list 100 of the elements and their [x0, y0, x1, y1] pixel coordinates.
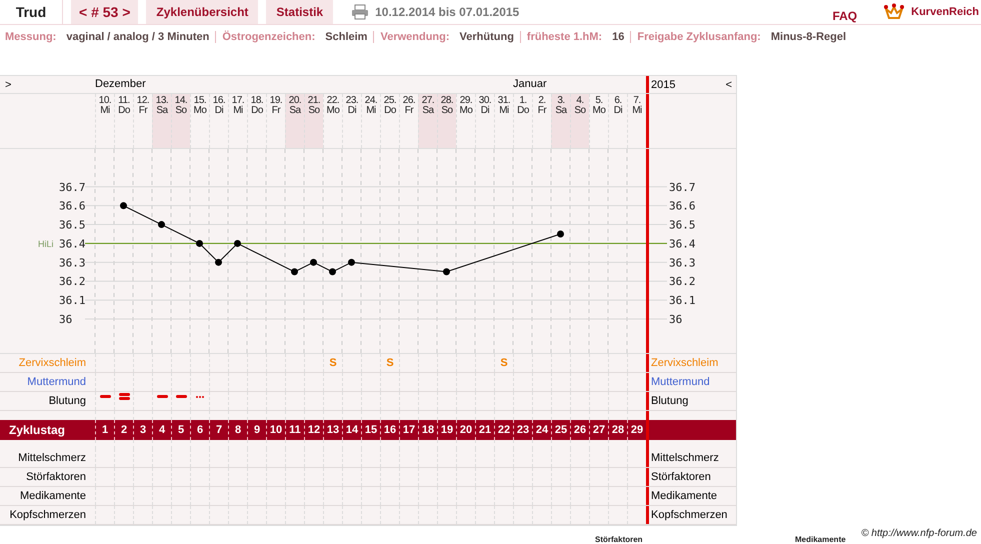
weekday-label: So	[441, 106, 453, 116]
weekday-label: Mo	[592, 106, 606, 116]
setting-label: Verwendung:	[380, 31, 450, 43]
cycle-day-number: 23	[516, 424, 530, 436]
weekday-label: So	[574, 106, 586, 116]
threshold-label: HiLi	[38, 238, 54, 249]
date-label: 12.	[136, 96, 150, 106]
weekday-label: Fr	[404, 106, 414, 116]
row-label: Störfaktoren	[26, 471, 86, 483]
cycle-day-number: 9	[254, 424, 260, 436]
cycle-day-number: 10	[270, 424, 282, 436]
weekday-label: Do	[118, 106, 130, 116]
row-label: Mittelschmerz	[651, 452, 719, 464]
section-label: Störfaktoren	[595, 535, 643, 544]
y-tick-label: 36.6	[669, 200, 696, 213]
y-tick-label: 36.1	[669, 294, 696, 308]
date-label: 16.	[212, 96, 226, 106]
setting-value: Minus-8-Regel	[770, 31, 846, 43]
date-label: 3.	[557, 96, 565, 106]
row-label: Muttermund	[27, 376, 86, 388]
weekday-label: Mo	[460, 106, 472, 116]
weekday-label: Fr	[138, 106, 148, 116]
month-label: Dezember	[95, 78, 146, 90]
weekday-label: Sa	[289, 106, 301, 116]
cycle-day-number: 29	[630, 424, 644, 436]
date-label: 2.	[538, 96, 546, 106]
cycle-day-number: 2	[120, 424, 128, 436]
y-tick-label: 36	[669, 313, 682, 326]
cycle-day-number: 4	[158, 424, 166, 436]
date-label: 13.	[156, 96, 168, 106]
date-label: 22.	[326, 96, 340, 106]
cycle-day-number: 19	[440, 424, 454, 436]
cycle-day-number: 18	[422, 424, 434, 436]
cycle-day-number: 21	[478, 424, 492, 436]
weekday-label: Di	[614, 106, 622, 116]
weekday-label: Mi	[100, 106, 110, 116]
y-tick-label: 36.7	[59, 180, 86, 194]
cycle-day-number: 24	[536, 424, 548, 436]
cycle-day-number: 6	[196, 424, 204, 436]
date-label: 26.	[402, 96, 416, 106]
date-label: 31.	[498, 96, 510, 106]
weekday-label: Di	[480, 106, 490, 116]
cycle-day-number: 1	[102, 424, 108, 436]
setting-label: Messung:	[5, 31, 56, 43]
y-tick-label: 36	[59, 313, 72, 326]
setting-label: Freigabe Zyklusanfang:	[637, 31, 761, 43]
weekday-label: So	[175, 106, 187, 116]
cycle-day-number: 22	[498, 424, 510, 436]
date-label: 19.	[270, 96, 282, 106]
row-label: Muttermund	[651, 376, 710, 388]
y-tick-label: 36.7	[669, 180, 696, 194]
y-tick-label: 36.5	[669, 218, 696, 232]
cycle-day-number: 14	[346, 424, 358, 436]
date-label: 10.	[98, 96, 112, 106]
date-label: 27.	[422, 96, 434, 106]
date-label: 24.	[364, 96, 378, 106]
date-label: 28.	[440, 96, 454, 106]
weekday-label: Mi	[233, 106, 243, 116]
weekday-label: Do	[517, 106, 529, 116]
setting-value: Schleim	[325, 31, 368, 43]
y-tick-label: 36.2	[59, 275, 86, 288]
date-label: 1.	[519, 96, 527, 106]
cycle-day-number: 15	[364, 424, 378, 436]
weekday-label: Fr	[538, 106, 546, 116]
weekday-label: Mi	[366, 106, 376, 116]
weekday-label: Di	[214, 106, 224, 116]
date-label: 11.	[118, 96, 130, 106]
y-tick-label: 36.4	[59, 237, 86, 250]
row-label: Zervixschleim	[651, 357, 718, 369]
cycle-day-number: 8	[234, 424, 242, 436]
cycle-day-number: 16	[384, 424, 396, 436]
weekday-label: Fr	[272, 106, 280, 116]
weekday-label: So	[308, 106, 320, 116]
weekday-label: Do	[384, 106, 396, 116]
setting-value: 16	[612, 31, 624, 43]
cycle-day-number: 27	[592, 424, 606, 436]
row-label: Blutung	[651, 395, 688, 407]
row-label: Störfaktoren	[651, 471, 711, 483]
y-tick-label: 36.3	[669, 256, 696, 270]
cycle-day-number: 28	[612, 424, 624, 436]
credit-text: © http://www.nfp-forum.de	[861, 528, 977, 539]
mucus-mark: S	[386, 357, 394, 369]
date-label: 25.	[384, 96, 396, 106]
cycle-day-number: 26	[574, 424, 586, 436]
mucus-mark: S	[329, 357, 337, 369]
y-tick-label: 36.4	[669, 237, 696, 250]
cycle-day-number: 25	[554, 424, 568, 436]
row-label: Zervixschleim	[18, 357, 86, 369]
y-tick-label: 36.3	[59, 256, 86, 270]
date-label: 30.	[478, 96, 492, 106]
setting-value: Verhütung	[460, 31, 514, 43]
cycle-day-number: 13	[326, 424, 340, 436]
row-label: Kopfschmerzen	[651, 509, 728, 521]
date-label: 15.	[194, 96, 206, 106]
date-label: 17.	[232, 96, 244, 106]
cycle-day-number: 7	[216, 424, 222, 436]
y-tick-label: 36.6	[59, 200, 86, 213]
year-label: 2015	[651, 78, 676, 90]
date-label: 6.	[614, 96, 622, 106]
date-label: 5.	[595, 96, 603, 106]
